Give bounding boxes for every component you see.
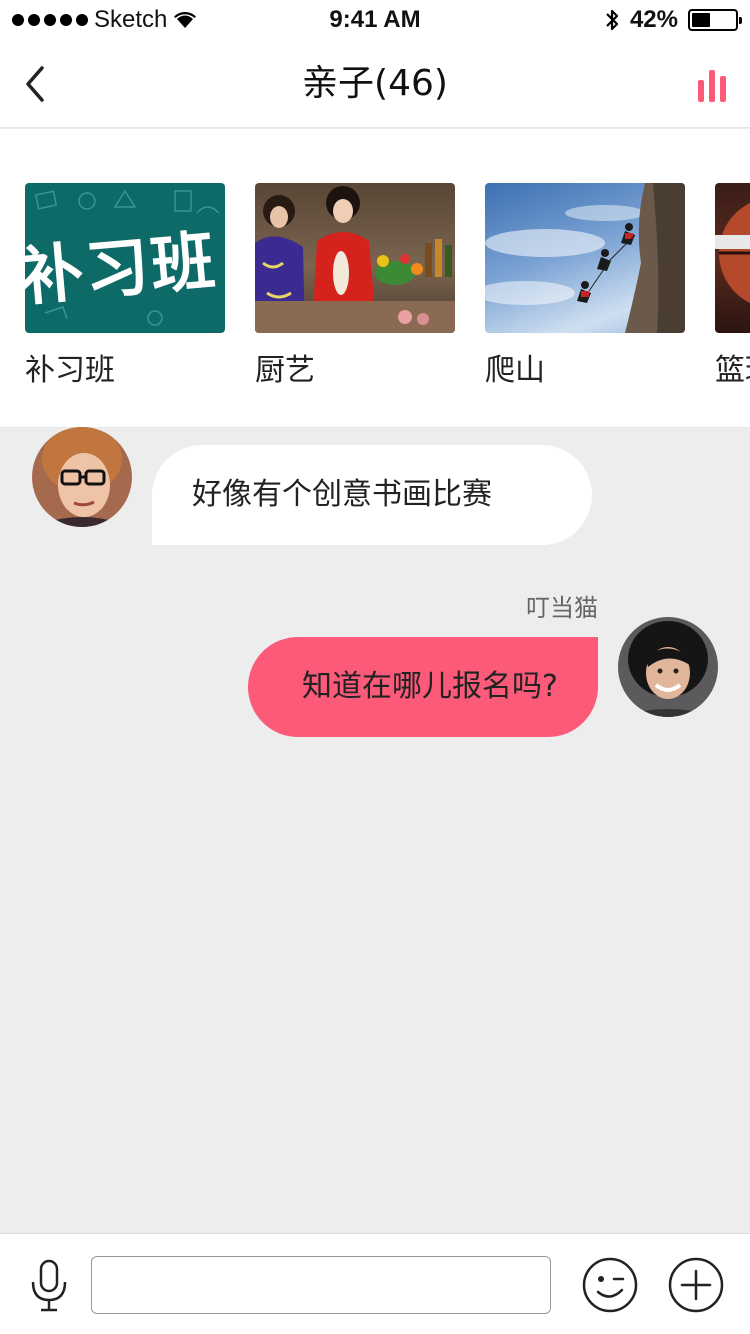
voice-button[interactable] [28,1258,70,1314]
bar-chart-icon [698,70,726,102]
avatar-outgoing[interactable] [618,617,718,717]
avatar-incoming[interactable] [32,427,132,527]
stats-button[interactable] [696,66,728,106]
nav-bar: 亲子(46) [0,40,750,128]
category-strip[interactable]: 补习班 补习班 厨艺 爬山 篮 [0,129,750,428]
basketball-image [715,202,750,304]
category-card-tutoring[interactable]: 补习班 补习班 [25,183,225,391]
message-bubble-incoming[interactable]: 好像有个创意书画比赛 [152,445,592,545]
category-thumbnail-cooking [255,183,455,333]
category-card-cooking[interactable]: 厨艺 [255,183,455,391]
category-thumbnail-basketball [715,183,750,333]
category-thumbnail-tutoring: 补习班 [25,183,225,333]
category-thumbnail-climbing [485,183,685,333]
category-card-basketball[interactable]: 篮球 [715,183,750,391]
emoji-icon [582,1257,638,1313]
category-label-tutoring: 补习班 [25,353,115,388]
climbing-scene-image [485,183,685,333]
microphone-icon [31,1259,67,1312]
plus-icon [668,1257,724,1313]
chat-area[interactable]: 好像有个创意书画比赛 叮当猫 知道在哪儿报名吗? [0,427,750,1233]
bluetooth-icon [606,9,619,31]
emoji-button[interactable] [581,1256,639,1314]
page-title: 亲子(46) [302,63,448,104]
thumbnail-title-tutoring: 补习班 [25,224,220,316]
status-right: 42% [604,6,742,34]
category-label-basketball: 篮球 [715,353,750,388]
status-bar: Sketch 9:41 AM 42% [0,0,750,40]
message-bubble-outgoing[interactable]: 知道在哪儿报名吗? [248,637,598,737]
category-label-climbing: 爬山 [485,353,545,388]
input-bar [0,1233,750,1334]
more-button[interactable] [667,1256,725,1314]
cooking-scene-image [255,186,455,333]
sender-name: 叮当猫 [526,594,598,622]
battery-level-fill [692,13,710,27]
message-input[interactable] [91,1256,551,1314]
category-label-cooking: 厨艺 [255,353,315,388]
category-card-climbing[interactable]: 爬山 [485,183,685,391]
battery-percent: 42% [629,6,678,33]
battery-icon [688,9,742,31]
